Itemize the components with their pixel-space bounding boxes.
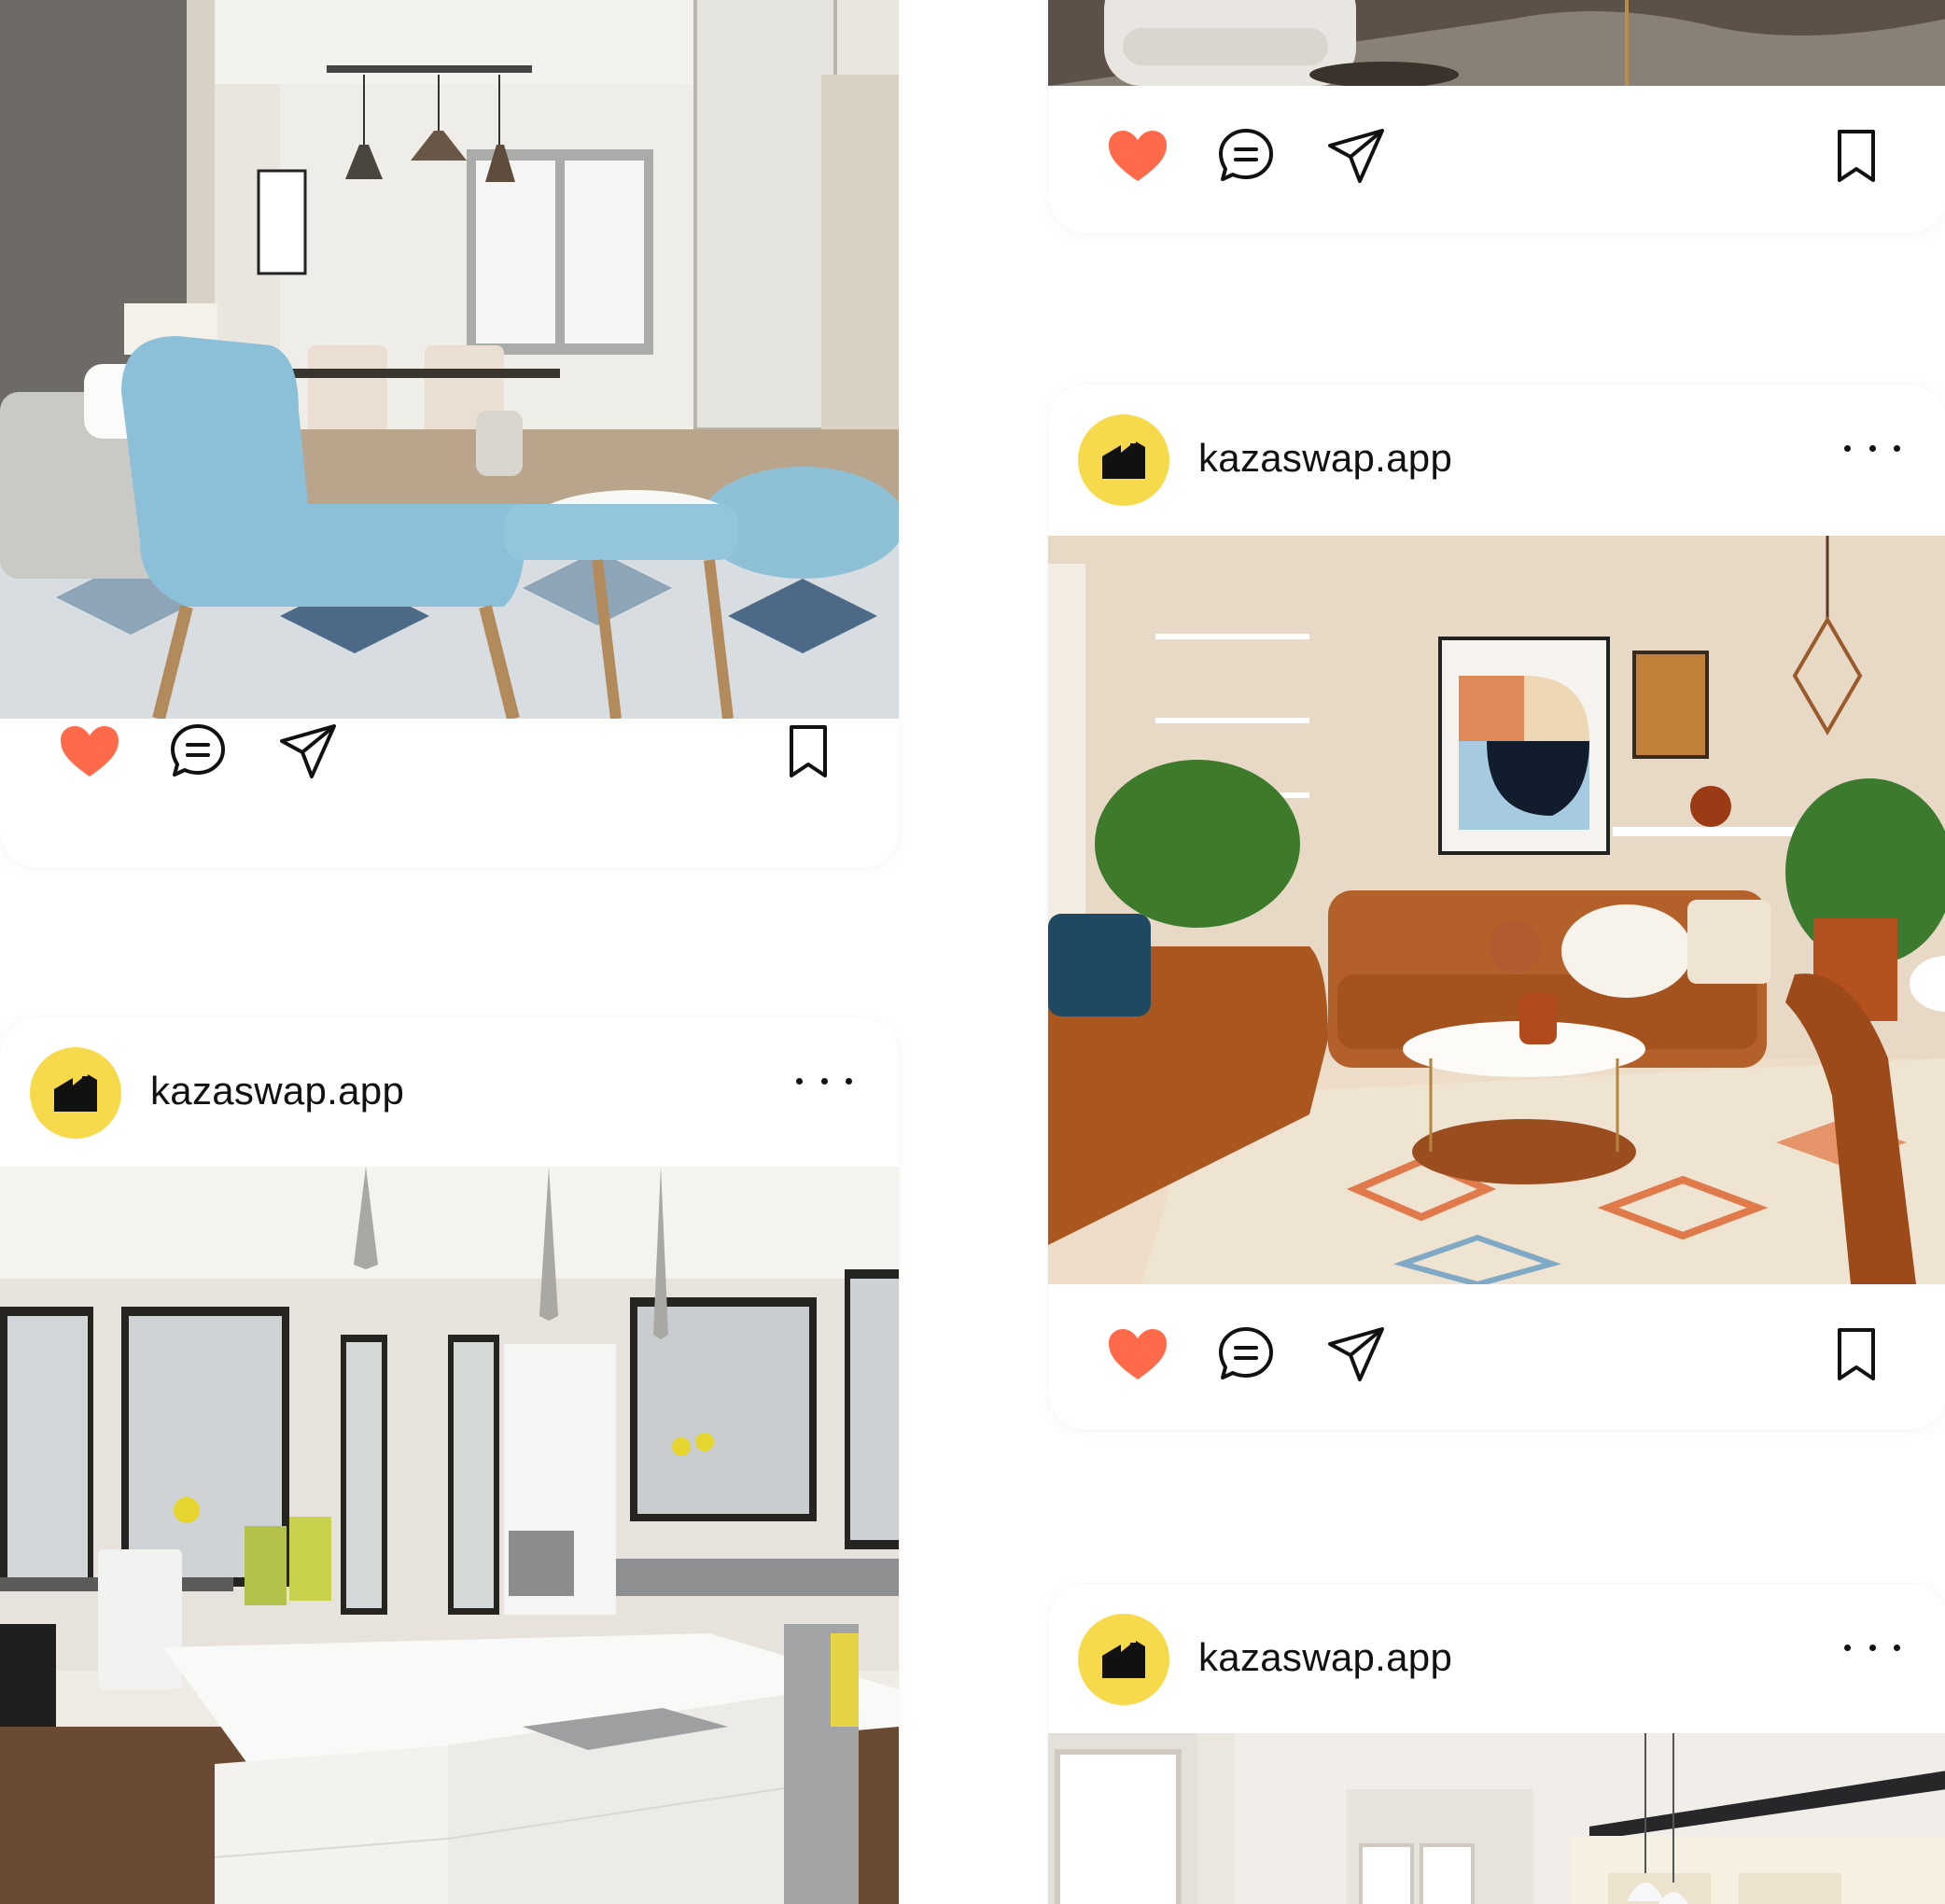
post-card: kazaswap.app [0, 1017, 899, 1904]
comment-button[interactable] [166, 721, 230, 781]
house-silhouette-icon [1102, 1641, 1145, 1678]
bookmark-icon [1838, 1328, 1875, 1380]
share-button[interactable] [1324, 126, 1388, 186]
post-image[interactable] [0, 0, 899, 719]
post-actions [0, 681, 899, 821]
save-button[interactable] [1825, 126, 1888, 186]
save-button[interactable] [1825, 1324, 1888, 1384]
more-dots-icon[interactable] [796, 1062, 852, 1099]
paper-plane-icon [280, 724, 336, 778]
heart-icon [1109, 131, 1167, 181]
post-image[interactable] [0, 1167, 899, 1904]
comment-bubble-icon [1219, 129, 1273, 181]
post-image[interactable] [1048, 0, 1945, 86]
like-button[interactable] [58, 721, 121, 781]
post-image[interactable] [1048, 1733, 1945, 1904]
comment-button[interactable] [1214, 126, 1278, 186]
post-card [0, 0, 899, 868]
avatar[interactable] [1078, 1614, 1169, 1705]
paper-plane-icon [1328, 129, 1384, 183]
post-card [1048, 0, 1945, 233]
house-silhouette-icon [54, 1074, 97, 1112]
post-username[interactable]: kazaswap.app [1198, 1635, 1452, 1680]
paper-plane-icon [1328, 1327, 1384, 1381]
post-header: kazaswap.app [0, 1017, 899, 1139]
post-header: kazaswap.app [1048, 1584, 1945, 1705]
share-button[interactable] [1324, 1324, 1388, 1384]
more-dots-icon[interactable] [1844, 1629, 1900, 1666]
bookmark-icon [1838, 130, 1875, 182]
bookmark-icon [790, 725, 827, 777]
comment-bubble-icon [1219, 1327, 1273, 1379]
house-silhouette-icon [1102, 441, 1145, 479]
more-dots-icon[interactable] [1844, 429, 1900, 467]
like-button[interactable] [1106, 1324, 1169, 1384]
post-actions [1048, 86, 1945, 226]
share-button[interactable] [276, 721, 340, 781]
post-actions [1048, 1284, 1945, 1424]
feed: kazaswap.app kazaswap.app kazaswap.app [0, 0, 1945, 1904]
comment-button[interactable] [1214, 1324, 1278, 1384]
comment-bubble-icon [171, 724, 225, 777]
like-button[interactable] [1106, 126, 1169, 186]
avatar[interactable] [1078, 414, 1169, 506]
post-username[interactable]: kazaswap.app [150, 1069, 404, 1113]
post-image[interactable] [1048, 536, 1945, 1284]
post-header: kazaswap.app [1048, 385, 1945, 506]
post-card: kazaswap.app [1048, 385, 1945, 1430]
avatar[interactable] [30, 1047, 121, 1139]
heart-icon [1109, 1329, 1167, 1379]
post-username[interactable]: kazaswap.app [1198, 436, 1452, 481]
heart-icon [61, 726, 119, 777]
save-button[interactable] [777, 721, 840, 781]
post-card: kazaswap.app [1048, 1584, 1945, 1904]
